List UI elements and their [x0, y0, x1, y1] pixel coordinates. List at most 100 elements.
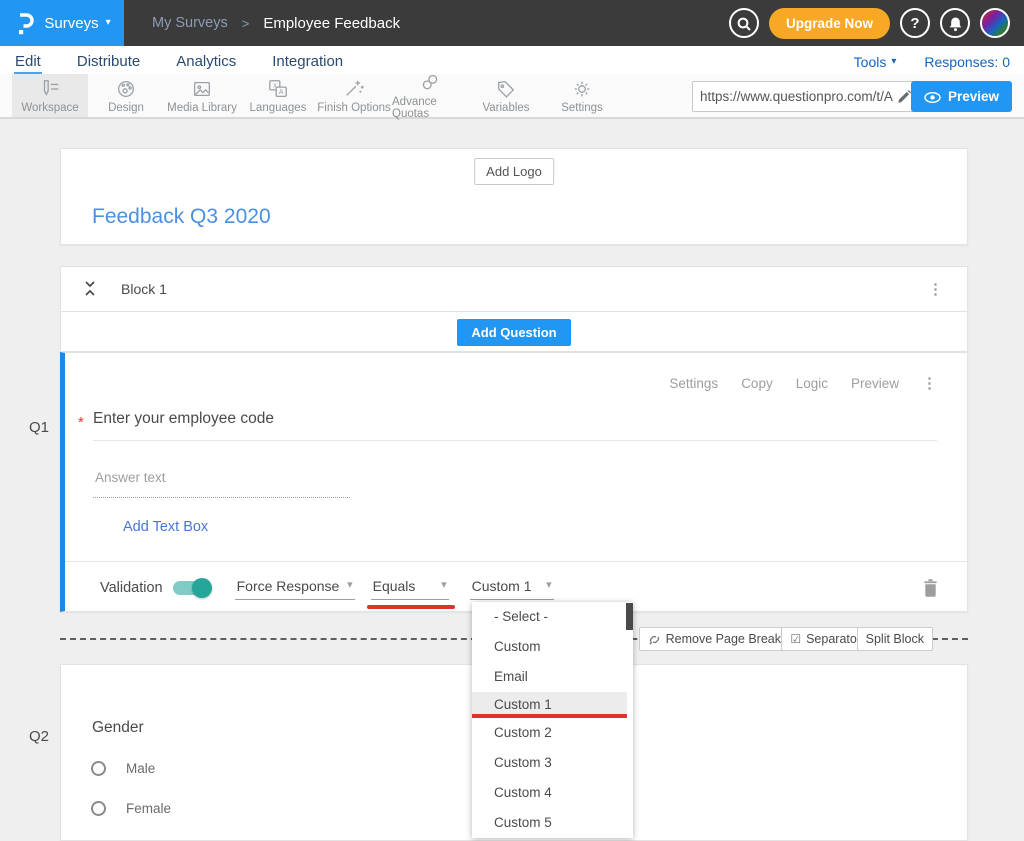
- dropdown-option-custom5[interactable]: Custom 5: [472, 808, 633, 838]
- toolbar-design[interactable]: Design: [88, 74, 164, 117]
- edit-url-pencil-icon[interactable]: [897, 88, 912, 106]
- tab-analytics[interactable]: Analytics: [175, 51, 237, 74]
- svg-text:A: A: [279, 89, 284, 96]
- dropdown-option-custom[interactable]: Custom: [472, 632, 633, 662]
- split-block-button[interactable]: Split Block: [857, 627, 933, 651]
- tools-menu[interactable]: Tools ▾: [854, 54, 897, 70]
- collapse-block-button[interactable]: [83, 280, 97, 297]
- toolbar-label: Workspace: [21, 102, 78, 114]
- radio-button-icon[interactable]: [91, 761, 106, 776]
- product-switcher[interactable]: Surveys ▾: [0, 0, 124, 46]
- dropdown-option-select[interactable]: - Select -: [472, 602, 633, 632]
- palette-icon: [115, 78, 137, 100]
- question-text[interactable]: Gender: [92, 719, 144, 737]
- dropdown-scrollbar-thumb[interactable]: [626, 603, 633, 630]
- question-text[interactable]: Enter your employee code: [93, 410, 274, 428]
- question-card-q1: Settings Copy Logic Preview ⋮ * Enter yo…: [60, 352, 968, 612]
- chevron-down-icon: ▾: [347, 580, 353, 591]
- preview-label: Preview: [948, 89, 999, 104]
- toolbar-label: Variables: [482, 102, 529, 114]
- operator-value: Equals: [373, 578, 416, 594]
- validation-value-select[interactable]: Custom 1 ▾: [470, 576, 554, 600]
- block-title: Block 1: [121, 281, 167, 297]
- question-settings-link[interactable]: Settings: [669, 376, 718, 391]
- chevron-down-icon: ▾: [891, 57, 896, 67]
- breadcrumb-my-surveys[interactable]: My Surveys: [152, 15, 228, 31]
- toolbar-advance-quotas[interactable]: Advance Quotas: [392, 74, 468, 117]
- question-preview-link[interactable]: Preview: [851, 376, 899, 391]
- answer-input-underline: [93, 497, 350, 498]
- toolbar-label: Advance Quotas: [392, 96, 468, 120]
- radio-button-icon[interactable]: [91, 801, 106, 816]
- user-avatar[interactable]: [980, 8, 1010, 38]
- validation-value: Custom 1: [472, 578, 532, 594]
- toolbar-label: Languages: [250, 102, 307, 114]
- search-button[interactable]: [729, 8, 759, 38]
- toolbar-languages[interactable]: x A Languages: [240, 74, 316, 117]
- checkbox-checked-icon: ☑: [790, 632, 801, 646]
- validation-toggle[interactable]: [173, 581, 209, 595]
- block-header: Block 1 ⋮: [61, 267, 967, 312]
- dropdown-option-custom1-selected[interactable]: Custom 1: [472, 692, 627, 718]
- add-logo-button[interactable]: Add Logo: [474, 158, 554, 185]
- trash-icon: [922, 579, 939, 594]
- chevron-down-icon: ▾: [106, 18, 111, 28]
- toolbar-label: Settings: [561, 102, 603, 114]
- product-name: Surveys: [44, 15, 98, 32]
- remove-page-break-label: Remove Page Break: [666, 632, 781, 646]
- links-icon: [419, 72, 441, 94]
- dropdown-option-custom2[interactable]: Custom 2: [472, 718, 633, 748]
- tab-integration[interactable]: Integration: [271, 51, 344, 74]
- eye-icon: [924, 89, 941, 104]
- question-number-q1: Q1: [22, 419, 56, 436]
- chevron-down-icon: ▾: [441, 580, 447, 591]
- radio-option-male[interactable]: Male: [91, 761, 155, 776]
- tab-edit[interactable]: Edit: [14, 51, 42, 74]
- toolbar-finish-options[interactable]: Finish Options: [316, 74, 392, 117]
- remove-page-break-button[interactable]: Remove Page Break: [639, 627, 790, 651]
- radio-option-label: Male: [126, 761, 155, 776]
- dropdown-option-email[interactable]: Email: [472, 662, 633, 692]
- toolbar-settings[interactable]: Settings: [544, 74, 620, 117]
- block-menu-kebab[interactable]: ⋮: [928, 280, 943, 298]
- survey-url-input[interactable]: [700, 89, 897, 104]
- survey-title[interactable]: Feedback Q3 2020: [92, 205, 271, 229]
- force-response-select[interactable]: Force Response ▾: [235, 576, 355, 600]
- dropdown-option-custom3[interactable]: Custom 3: [472, 748, 633, 778]
- dropdown-option-custom4[interactable]: Custom 4: [472, 778, 633, 808]
- force-response-value: Force Response: [237, 578, 340, 594]
- question-menu-kebab[interactable]: ⋮: [922, 374, 937, 392]
- question-copy-link[interactable]: Copy: [741, 376, 773, 391]
- help-button[interactable]: ?: [900, 8, 930, 38]
- toolbar-media-library[interactable]: Media Library: [164, 74, 240, 117]
- add-question-row: Add Question: [61, 312, 967, 352]
- add-text-box-link[interactable]: Add Text Box: [123, 519, 208, 535]
- tab-distribute[interactable]: Distribute: [76, 51, 141, 74]
- required-asterisk: *: [78, 414, 84, 431]
- upgrade-now-button[interactable]: Upgrade Now: [769, 8, 890, 39]
- radio-option-female[interactable]: Female: [91, 801, 171, 816]
- survey-url-box: [692, 81, 920, 112]
- preview-button[interactable]: Preview: [911, 81, 1012, 112]
- survey-header-card: Add Logo Feedback Q3 2020: [60, 148, 968, 245]
- delete-question-button[interactable]: [922, 578, 939, 598]
- question-logic-link[interactable]: Logic: [796, 376, 828, 391]
- answer-text-placeholder[interactable]: Answer text: [95, 470, 166, 485]
- toolbar-workspace[interactable]: Workspace: [12, 74, 88, 117]
- survey-nav-tabs: Edit Distribute Analytics Integration To…: [0, 46, 1024, 74]
- questionpro-logo-icon: [13, 9, 37, 37]
- toolbar-variables[interactable]: Variables: [468, 74, 544, 117]
- block-card: Block 1 ⋮ Add Question: [60, 266, 968, 352]
- tools-label: Tools: [854, 54, 887, 70]
- notifications-button[interactable]: [940, 8, 970, 38]
- wand-icon: [343, 78, 365, 100]
- validation-label: Validation: [100, 580, 163, 596]
- editor-toolbar: Workspace Design Media Library x: [0, 74, 1024, 119]
- operator-select[interactable]: Equals ▾: [371, 576, 449, 600]
- add-question-button[interactable]: Add Question: [457, 319, 570, 346]
- nav-right: Tools ▾ Responses: 0: [854, 54, 1010, 74]
- question-menu: Settings Copy Logic Preview ⋮: [669, 374, 937, 392]
- responses-count: Responses: 0: [924, 54, 1010, 70]
- search-icon: [736, 14, 752, 31]
- breadcrumb: My Surveys > Employee Feedback: [152, 15, 400, 32]
